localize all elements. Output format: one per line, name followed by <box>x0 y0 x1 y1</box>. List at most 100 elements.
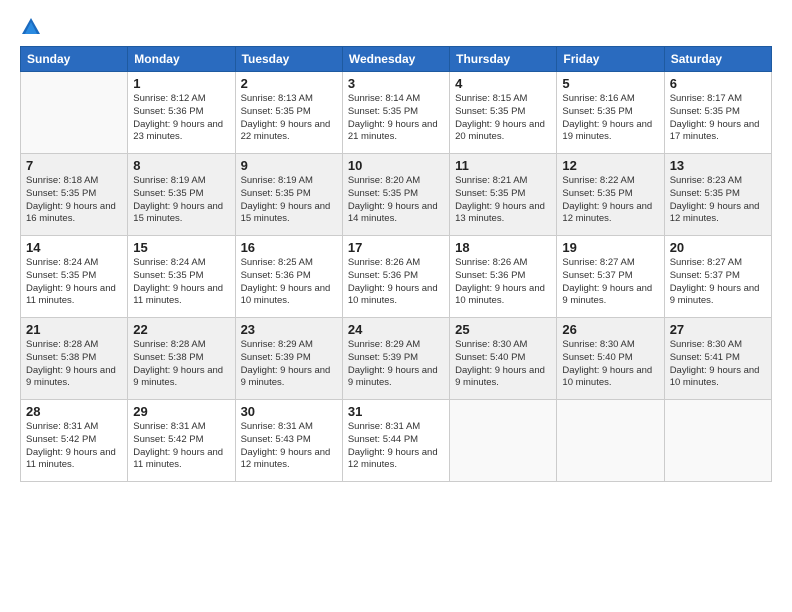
calendar-header-monday: Monday <box>128 47 235 72</box>
day-number: 3 <box>348 76 444 91</box>
day-number: 15 <box>133 240 229 255</box>
day-number: 17 <box>348 240 444 255</box>
calendar-day-cell: 18 Sunrise: 8:26 AMSunset: 5:36 PMDayligh… <box>450 236 557 318</box>
day-info: Sunrise: 8:27 AMSunset: 5:37 PMDaylight:… <box>670 257 766 308</box>
day-info: Sunrise: 8:16 AMSunset: 5:35 PMDaylight:… <box>562 93 658 144</box>
calendar-day-cell: 7 Sunrise: 8:18 AMSunset: 5:35 PMDaylight… <box>21 154 128 236</box>
calendar-day-cell: 8 Sunrise: 8:19 AMSunset: 5:35 PMDaylight… <box>128 154 235 236</box>
day-info: Sunrise: 8:24 AMSunset: 5:35 PMDaylight:… <box>133 257 229 308</box>
day-number: 29 <box>133 404 229 419</box>
day-info: Sunrise: 8:31 AMSunset: 5:42 PMDaylight:… <box>133 421 229 472</box>
logo-icon <box>20 16 42 38</box>
day-info: Sunrise: 8:30 AMSunset: 5:40 PMDaylight:… <box>455 339 551 390</box>
calendar-week-row: 21 Sunrise: 8:28 AMSunset: 5:38 PMDayligh… <box>21 318 772 400</box>
calendar-day-cell: 11Sunrise: 8:21 AMSunset: 5:35 PMDayligh… <box>450 154 557 236</box>
day-number: 14 <box>26 240 122 255</box>
day-info: Sunrise: 8:30 AMSunset: 5:41 PMDaylight:… <box>670 339 766 390</box>
calendar-day-cell: 12 Sunrise: 8:22 AMSunset: 5:35 PMDayligh… <box>557 154 664 236</box>
calendar-day-cell: 2Sunrise: 8:13 AMSunset: 5:35 PMDaylight… <box>235 72 342 154</box>
calendar-day-cell: 5 Sunrise: 8:16 AMSunset: 5:35 PMDaylight… <box>557 72 664 154</box>
day-info: Sunrise: 8:31 AMSunset: 5:42 PMDaylight:… <box>26 421 122 472</box>
day-number: 22 <box>133 322 229 337</box>
day-info: Sunrise: 8:31 AMSunset: 5:43 PMDaylight:… <box>241 421 337 472</box>
calendar-day-cell: 16Sunrise: 8:25 AMSunset: 5:36 PMDayligh… <box>235 236 342 318</box>
day-number: 4 <box>455 76 551 91</box>
day-info: Sunrise: 8:30 AMSunset: 5:40 PMDaylight:… <box>562 339 658 390</box>
header <box>20 16 772 38</box>
calendar-week-row: 7 Sunrise: 8:18 AMSunset: 5:35 PMDaylight… <box>21 154 772 236</box>
calendar-day-cell: 27 Sunrise: 8:30 AMSunset: 5:41 PMDayligh… <box>664 318 771 400</box>
calendar-header-tuesday: Tuesday <box>235 47 342 72</box>
day-number: 27 <box>670 322 766 337</box>
calendar-day-cell: 9Sunrise: 8:19 AMSunset: 5:35 PMDaylight… <box>235 154 342 236</box>
day-info: Sunrise: 8:21 AMSunset: 5:35 PMDaylight:… <box>455 175 551 226</box>
day-number: 12 <box>562 158 658 173</box>
day-number: 7 <box>26 158 122 173</box>
calendar-day-cell: 31 Sunrise: 8:31 AMSunset: 5:44 PMDayligh… <box>342 400 449 482</box>
day-number: 16 <box>241 240 337 255</box>
day-number: 26 <box>562 322 658 337</box>
calendar-header-row: SundayMondayTuesdayWednesdayThursdayFrid… <box>21 47 772 72</box>
calendar-week-row: 28 Sunrise: 8:31 AMSunset: 5:42 PMDayligh… <box>21 400 772 482</box>
day-number: 20 <box>670 240 766 255</box>
day-info: Sunrise: 8:12 AMSunset: 5:36 PMDaylight:… <box>133 93 229 144</box>
day-number: 21 <box>26 322 122 337</box>
day-info: Sunrise: 8:26 AMSunset: 5:36 PMDaylight:… <box>455 257 551 308</box>
day-info: Sunrise: 8:19 AMSunset: 5:35 PMDaylight:… <box>133 175 229 226</box>
day-number: 18 <box>455 240 551 255</box>
calendar-day-cell: 21Sunrise: 8:28 AMSunset: 5:38 PMDayligh… <box>21 318 128 400</box>
calendar-day-cell <box>450 400 557 482</box>
day-info: Sunrise: 8:26 AMSunset: 5:36 PMDaylight:… <box>348 257 444 308</box>
calendar-day-cell: 13 Sunrise: 8:23 AMSunset: 5:35 PMDayligh… <box>664 154 771 236</box>
day-info: Sunrise: 8:17 AMSunset: 5:35 PMDaylight:… <box>670 93 766 144</box>
day-number: 31 <box>348 404 444 419</box>
calendar-day-cell: 28 Sunrise: 8:31 AMSunset: 5:42 PMDayligh… <box>21 400 128 482</box>
day-number: 19 <box>562 240 658 255</box>
day-number: 30 <box>241 404 337 419</box>
day-number: 5 <box>562 76 658 91</box>
calendar-day-cell: 1 Sunrise: 8:12 AMSunset: 5:36 PMDaylight… <box>128 72 235 154</box>
calendar-day-cell: 23 Sunrise: 8:29 AMSunset: 5:39 PMDayligh… <box>235 318 342 400</box>
calendar-day-cell: 22 Sunrise: 8:28 AMSunset: 5:38 PMDayligh… <box>128 318 235 400</box>
calendar-day-cell: 25Sunrise: 8:30 AMSunset: 5:40 PMDayligh… <box>450 318 557 400</box>
day-info: Sunrise: 8:20 AMSunset: 5:35 PMDaylight:… <box>348 175 444 226</box>
calendar-day-cell: 26 Sunrise: 8:30 AMSunset: 5:40 PMDayligh… <box>557 318 664 400</box>
calendar-day-cell: 24Sunrise: 8:29 AMSunset: 5:39 PMDayligh… <box>342 318 449 400</box>
calendar-header-thursday: Thursday <box>450 47 557 72</box>
calendar-day-cell <box>664 400 771 482</box>
day-number: 6 <box>670 76 766 91</box>
day-number: 10 <box>348 158 444 173</box>
day-info: Sunrise: 8:28 AMSunset: 5:38 PMDaylight:… <box>133 339 229 390</box>
calendar: SundayMondayTuesdayWednesdayThursdayFrid… <box>20 46 772 482</box>
calendar-week-row: 14 Sunrise: 8:24 AMSunset: 5:35 PMDayligh… <box>21 236 772 318</box>
calendar-header-friday: Friday <box>557 47 664 72</box>
calendar-day-cell: 20 Sunrise: 8:27 AMSunset: 5:37 PMDayligh… <box>664 236 771 318</box>
day-info: Sunrise: 8:23 AMSunset: 5:35 PMDaylight:… <box>670 175 766 226</box>
calendar-day-cell <box>21 72 128 154</box>
calendar-day-cell: 14 Sunrise: 8:24 AMSunset: 5:35 PMDayligh… <box>21 236 128 318</box>
day-number: 28 <box>26 404 122 419</box>
calendar-day-cell: 19 Sunrise: 8:27 AMSunset: 5:37 PMDayligh… <box>557 236 664 318</box>
day-info: Sunrise: 8:14 AMSunset: 5:35 PMDaylight:… <box>348 93 444 144</box>
day-info: Sunrise: 8:31 AMSunset: 5:44 PMDaylight:… <box>348 421 444 472</box>
day-number: 8 <box>133 158 229 173</box>
day-info: Sunrise: 8:22 AMSunset: 5:35 PMDaylight:… <box>562 175 658 226</box>
calendar-header-sunday: Sunday <box>21 47 128 72</box>
day-info: Sunrise: 8:29 AMSunset: 5:39 PMDaylight:… <box>241 339 337 390</box>
day-info: Sunrise: 8:27 AMSunset: 5:37 PMDaylight:… <box>562 257 658 308</box>
day-number: 1 <box>133 76 229 91</box>
day-info: Sunrise: 8:18 AMSunset: 5:35 PMDaylight:… <box>26 175 122 226</box>
day-number: 24 <box>348 322 444 337</box>
day-number: 23 <box>241 322 337 337</box>
calendar-week-row: 1 Sunrise: 8:12 AMSunset: 5:36 PMDaylight… <box>21 72 772 154</box>
calendar-day-cell: 15 Sunrise: 8:24 AMSunset: 5:35 PMDayligh… <box>128 236 235 318</box>
calendar-day-cell: 30 Sunrise: 8:31 AMSunset: 5:43 PMDayligh… <box>235 400 342 482</box>
day-info: Sunrise: 8:24 AMSunset: 5:35 PMDaylight:… <box>26 257 122 308</box>
calendar-day-cell <box>557 400 664 482</box>
calendar-day-cell: 10 Sunrise: 8:20 AMSunset: 5:35 PMDayligh… <box>342 154 449 236</box>
day-info: Sunrise: 8:19 AMSunset: 5:35 PMDaylight:… <box>241 175 337 226</box>
calendar-header-wednesday: Wednesday <box>342 47 449 72</box>
day-number: 13 <box>670 158 766 173</box>
day-info: Sunrise: 8:13 AMSunset: 5:35 PMDaylight:… <box>241 93 337 144</box>
page: SundayMondayTuesdayWednesdayThursdayFrid… <box>0 0 792 612</box>
